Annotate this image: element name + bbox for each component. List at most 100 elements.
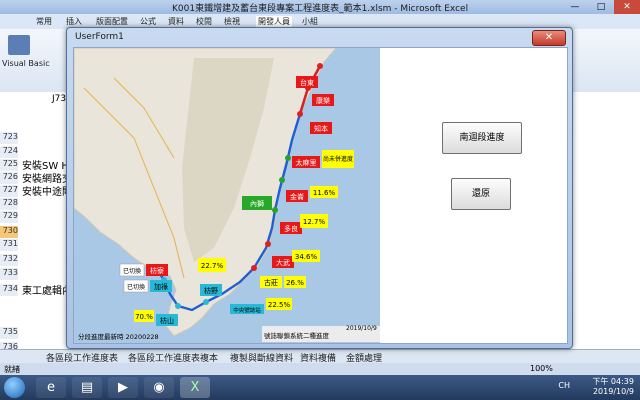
map-footer-right: 號誌聯鎖系統二種進度 — [264, 331, 330, 340]
taimali-note: 尚未併進度 — [322, 150, 354, 168]
row-number: 726 — [0, 172, 18, 184]
railway-map: 台東 康樂 知本 太麻里 尚未併進度 金崙 11.6% 多良 12.7% 內獅 … — [74, 48, 380, 343]
station-label-jialu[interactable]: 加祿 — [150, 280, 172, 292]
svg-text:12.7%: 12.7% — [303, 218, 326, 226]
svg-text:枋野: 枋野 — [204, 286, 218, 295]
station-label-fangliao[interactable]: 枋寮 — [146, 264, 168, 276]
tab-insert[interactable]: 插入 — [66, 16, 82, 27]
excel-icon[interactable]: X — [180, 377, 210, 398]
close-button[interactable]: ✕ — [532, 30, 566, 46]
status-text: 就緒 — [4, 365, 20, 374]
station-label-neishi[interactable]: 內獅 — [242, 196, 272, 210]
station-label-taimali[interactable]: 太麻里 — [292, 156, 320, 168]
svg-text:22.7%: 22.7% — [201, 262, 224, 270]
svg-text:知本: 知本 — [314, 124, 328, 133]
station-label-taidong[interactable]: 台東 — [296, 76, 318, 88]
station-label-guzhuang[interactable]: 古莊 — [260, 276, 282, 288]
svg-text:34.6%: 34.6% — [295, 253, 318, 261]
station-label-fangye[interactable]: 枋野 — [200, 284, 222, 296]
row-number: 727 — [0, 185, 18, 197]
visual-basic-label[interactable]: Visual Basic — [2, 59, 50, 68]
station-dot — [272, 207, 278, 213]
cell-text[interactable]: 東工處輯內 — [22, 282, 72, 297]
row-number: 735 — [0, 327, 18, 339]
sheet-tabs: 各區段工作進度表 各區段工作進度表複本 複製與斷線資料 資料複備 金額處理 — [0, 349, 640, 364]
station-label-zhongyang[interactable]: 中央號誌站 — [230, 304, 264, 314]
svg-text:已切換: 已切換 — [123, 267, 141, 275]
station-label-dawu[interactable]: 大武 — [272, 256, 294, 268]
svg-text:26.%: 26.% — [286, 279, 304, 287]
maximize-icon[interactable]: □ — [588, 0, 614, 14]
svg-text:尚未併進度: 尚未併進度 — [323, 155, 353, 163]
svg-text:枋山: 枋山 — [160, 316, 174, 325]
restore-button[interactable]: 還原 — [451, 178, 511, 210]
station-label-kangle[interactable]: 康樂 — [312, 94, 334, 106]
tab-view[interactable]: 檢視 — [224, 16, 240, 27]
svg-text:11.6%: 11.6% — [313, 189, 336, 197]
svg-text:中央號誌站: 中央號誌站 — [233, 306, 261, 314]
station-dot — [279, 177, 285, 183]
minimize-icon[interactable]: — — [562, 0, 588, 14]
start-button[interactable] — [4, 377, 25, 398]
tab-review[interactable]: 校閱 — [196, 16, 212, 27]
tab-formula[interactable]: 公式 — [140, 16, 156, 27]
jialu-done-label: 已切換 — [123, 279, 149, 293]
row-number: 724 — [0, 146, 18, 158]
svg-text:內獅: 內獅 — [250, 199, 264, 208]
station-dot — [285, 155, 291, 161]
language-indicator[interactable]: CH — [558, 381, 570, 391]
percent-dawu: 34.6% — [292, 250, 320, 262]
status-bar: 就緒 100% — [0, 363, 640, 375]
tab-team[interactable]: 小組 — [302, 16, 318, 27]
userform-body: 台東 康樂 知本 太麻里 尚未併進度 金崙 11.6% 多良 12.7% 內獅 … — [73, 47, 568, 344]
station-label-zhiben[interactable]: 知本 — [310, 122, 332, 134]
station-label-fangshan[interactable]: 枋山 — [156, 314, 178, 326]
station-label-duoliang[interactable]: 多良 — [280, 222, 302, 234]
row-number: 725 — [0, 159, 18, 171]
userform-window: UserForm1 ✕ 台東 康樂 知本 太麻里 尚未併進度 金崙 11.6% … — [66, 27, 573, 349]
tab-developer[interactable]: 開發人員 — [256, 16, 292, 27]
tab-home[interactable]: 常用 — [36, 16, 52, 27]
media-icon[interactable]: ▶ — [108, 377, 138, 398]
svg-text:大武: 大武 — [276, 258, 290, 267]
close-icon[interactable]: ✕ — [614, 0, 640, 14]
folder-icon[interactable]: ▤ — [72, 377, 102, 398]
south-link-progress-button[interactable]: 南迴段進度 — [442, 122, 522, 154]
svg-text:古莊: 古莊 — [264, 278, 278, 287]
svg-text:加祿: 加祿 — [154, 282, 168, 291]
clock-date[interactable]: 2019/10/9 — [592, 387, 634, 397]
visual-basic-icon[interactable] — [8, 35, 30, 55]
svg-text:台東: 台東 — [300, 78, 314, 87]
svg-text:枋寮: 枋寮 — [150, 266, 164, 275]
map-date: 2019/10/9 — [346, 325, 377, 332]
row-number: 733 — [0, 268, 18, 280]
ie-icon[interactable]: e — [36, 377, 66, 398]
svg-text:22.5%: 22.5% — [268, 301, 291, 309]
taskbar: e ▤ ▶ ◉ X CH 下午 04:39 2019/10/9 — [0, 375, 640, 400]
zoom-level[interactable]: 100% — [530, 364, 553, 373]
percent-zhongyang: 22.5% — [266, 298, 292, 310]
system-tray: CH 下午 04:39 2019/10/9 — [558, 377, 634, 397]
userform-title: UserForm1 — [75, 32, 124, 42]
row-number: 730 — [0, 226, 18, 238]
row-number: 731 — [0, 239, 18, 251]
chrome-icon[interactable]: ◉ — [144, 377, 174, 398]
percent-fangye: 22.7% — [198, 258, 226, 272]
row-number: 729 — [0, 211, 18, 223]
svg-text:70.%: 70.% — [135, 313, 153, 321]
tab-layout[interactable]: 版面配置 — [96, 16, 128, 27]
fangliao-done-label: 已切換 — [119, 263, 145, 277]
percent-jinlun: 11.6% — [310, 186, 338, 198]
map-footer-left: 分段進度最新時 20200228 — [78, 332, 159, 341]
row-number: 723 — [0, 132, 18, 144]
tab-data[interactable]: 資料 — [168, 16, 184, 27]
svg-text:金崙: 金崙 — [290, 192, 304, 201]
row-number: 728 — [0, 198, 18, 210]
clock-time[interactable]: 下午 04:39 — [592, 377, 634, 387]
excel-title-bar: K001東鐵增建及蓄台東段專案工程進度表_範本1.xlsm - Microsof… — [0, 0, 640, 14]
station-dot — [203, 299, 209, 305]
station-label-jinlun[interactable]: 金崙 — [286, 190, 308, 202]
station-dot — [175, 303, 181, 309]
svg-text:康樂: 康樂 — [316, 96, 330, 105]
cell-text[interactable]: 安裝中途閘 — [22, 183, 72, 198]
